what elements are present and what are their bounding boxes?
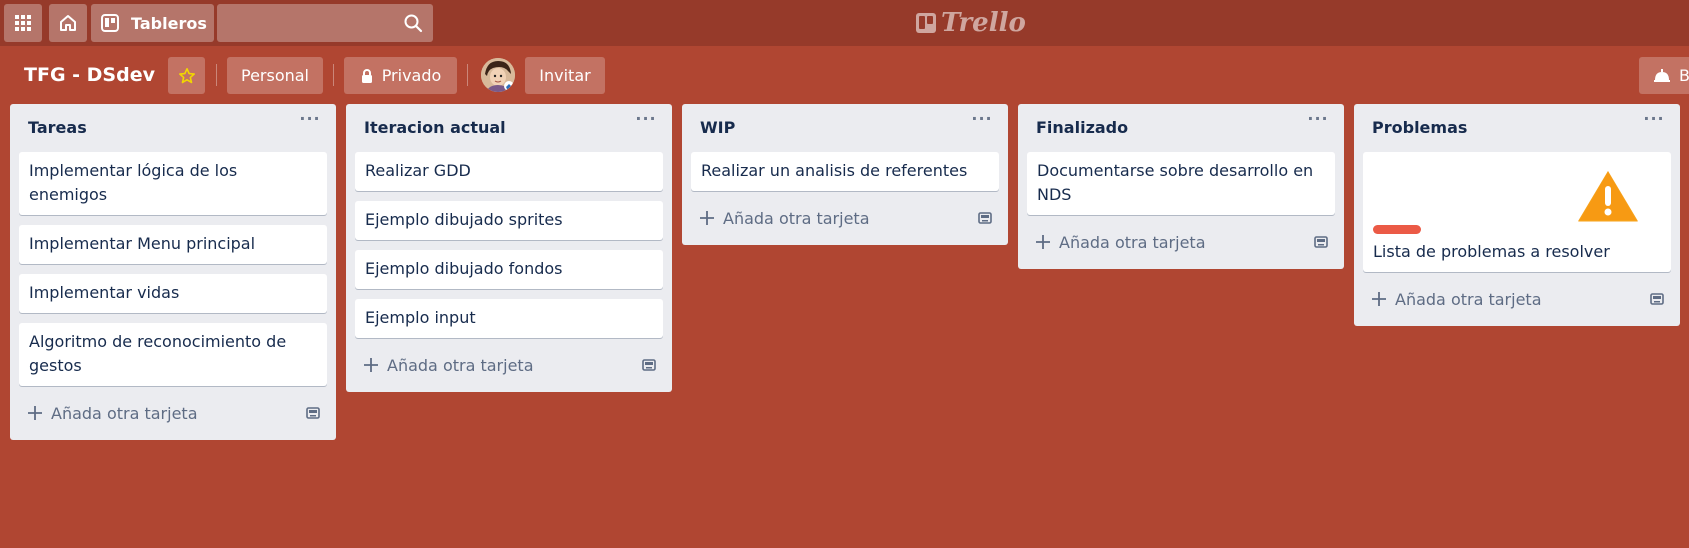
home-button[interactable] xyxy=(49,4,87,42)
card[interactable]: Lista de problemas a resolver xyxy=(1363,152,1671,272)
list-title[interactable]: WIP xyxy=(700,118,735,137)
star-icon xyxy=(178,67,195,83)
list-header[interactable]: WIP ··· xyxy=(682,104,1008,152)
warning-icon xyxy=(1575,166,1641,225)
boards-button[interactable]: Tableros xyxy=(91,4,214,42)
add-card-button[interactable]: Añada otra tarjeta xyxy=(1027,223,1335,261)
logo-text: Trello xyxy=(941,8,1026,38)
plus-icon xyxy=(1372,292,1386,306)
list-iteracion-actual[interactable]: Iteracion actual ··· Realizar GDD Ejempl… xyxy=(346,104,672,392)
card-label-red[interactable] xyxy=(1373,225,1421,234)
card-template-icon[interactable] xyxy=(641,357,657,373)
add-card-button[interactable]: Añada otra tarjeta xyxy=(691,199,999,237)
menu-label: B xyxy=(1679,66,1689,85)
private-label: Privado xyxy=(381,66,442,85)
list-header[interactable]: Finalizado ··· xyxy=(1018,104,1344,152)
search-icon xyxy=(404,14,423,33)
invite-button[interactable]: Invitar xyxy=(525,57,605,94)
card[interactable]: Realizar un analisis de referentes xyxy=(691,152,999,191)
team-visibility-button[interactable]: Personal xyxy=(227,57,323,94)
list-menu-button[interactable]: ··· xyxy=(298,111,322,134)
add-card-button[interactable]: Añada otra tarjeta xyxy=(19,394,327,432)
boards-label: Tableros xyxy=(131,13,207,33)
invite-label: Invitar xyxy=(539,66,591,85)
board-icon xyxy=(101,14,119,32)
trello-logo-icon xyxy=(916,13,936,33)
list-title[interactable]: Tareas xyxy=(28,118,87,137)
trello-logo[interactable]: Trello xyxy=(915,7,1026,39)
add-card-label: Añada otra tarjeta xyxy=(51,403,198,423)
top-header: Tableros Trello xyxy=(0,0,1689,46)
card[interactable]: Implementar lógica de los enemigos xyxy=(19,152,327,215)
list-menu-button[interactable]: ··· xyxy=(634,111,658,134)
card[interactable]: Realizar GDD xyxy=(355,152,663,191)
list-finalizado[interactable]: Finalizado ··· Documentarse sobre desarr… xyxy=(1018,104,1344,269)
star-button[interactable] xyxy=(168,57,205,94)
plus-icon xyxy=(364,358,378,372)
list-title[interactable]: Iteracion actual xyxy=(364,118,506,137)
apps-grid-icon xyxy=(15,15,31,31)
card-cover xyxy=(1373,158,1661,234)
card[interactable]: Ejemplo dibujado sprites xyxy=(355,201,663,240)
add-card-button[interactable]: Añada otra tarjeta xyxy=(355,346,663,384)
privacy-button[interactable]: Privado xyxy=(344,57,457,94)
add-card-label: Añada otra tarjeta xyxy=(1059,232,1206,252)
add-card-label: Añada otra tarjeta xyxy=(387,355,534,375)
plus-icon xyxy=(28,406,42,420)
card[interactable]: Ejemplo dibujado fondos xyxy=(355,250,663,289)
add-card-label: Añada otra tarjeta xyxy=(723,208,870,228)
card[interactable]: Ejemplo input xyxy=(355,299,663,338)
list-wip[interactable]: WIP ··· Realizar un analisis de referent… xyxy=(682,104,1008,245)
list-header[interactable]: Problemas ··· xyxy=(1354,104,1680,152)
list-menu-button[interactable]: ··· xyxy=(970,111,994,134)
card-template-icon[interactable] xyxy=(305,405,321,421)
card[interactable]: Algoritmo de reconocimiento de gestos xyxy=(19,323,327,386)
divider xyxy=(333,64,334,86)
card[interactable]: Documentarse sobre desarrollo en NDS xyxy=(1027,152,1335,215)
list-menu-button[interactable]: ··· xyxy=(1642,111,1666,134)
plus-icon xyxy=(1036,235,1050,249)
divider xyxy=(216,64,217,86)
list-header[interactable]: Tareas ··· xyxy=(10,104,336,152)
add-card-label: Añada otra tarjeta xyxy=(1395,289,1542,309)
member-avatar[interactable] xyxy=(481,58,515,92)
card-template-icon[interactable] xyxy=(1313,234,1329,250)
card-template-icon[interactable] xyxy=(1649,291,1665,307)
list-title[interactable]: Problemas xyxy=(1372,118,1467,137)
search-input[interactable] xyxy=(217,4,433,42)
card-template-icon[interactable] xyxy=(977,210,993,226)
lock-icon xyxy=(361,68,372,83)
list-problemas[interactable]: Problemas ··· Lista de problemas a resol… xyxy=(1354,104,1680,326)
home-icon xyxy=(60,15,76,31)
card[interactable]: Implementar Menu principal xyxy=(19,225,327,264)
list-title[interactable]: Finalizado xyxy=(1036,118,1128,137)
board-title[interactable]: TFG - DSdev xyxy=(24,58,155,92)
apps-button[interactable] xyxy=(4,4,42,42)
board-menu-button[interactable]: B xyxy=(1639,57,1689,94)
butler-bell-icon xyxy=(1654,68,1670,82)
card[interactable]: Implementar vidas xyxy=(19,274,327,313)
list-menu-button[interactable]: ··· xyxy=(1306,111,1330,134)
personal-label: Personal xyxy=(240,66,309,85)
card-title: Lista de problemas a resolver xyxy=(1373,242,1610,261)
list-header[interactable]: Iteracion actual ··· xyxy=(346,104,672,152)
avatar-image xyxy=(481,58,515,92)
plus-icon xyxy=(700,211,714,225)
add-card-button[interactable]: Añada otra tarjeta xyxy=(1363,280,1671,318)
list-tareas[interactable]: Tareas ··· Implementar lógica de los ene… xyxy=(10,104,336,440)
divider xyxy=(467,64,468,86)
